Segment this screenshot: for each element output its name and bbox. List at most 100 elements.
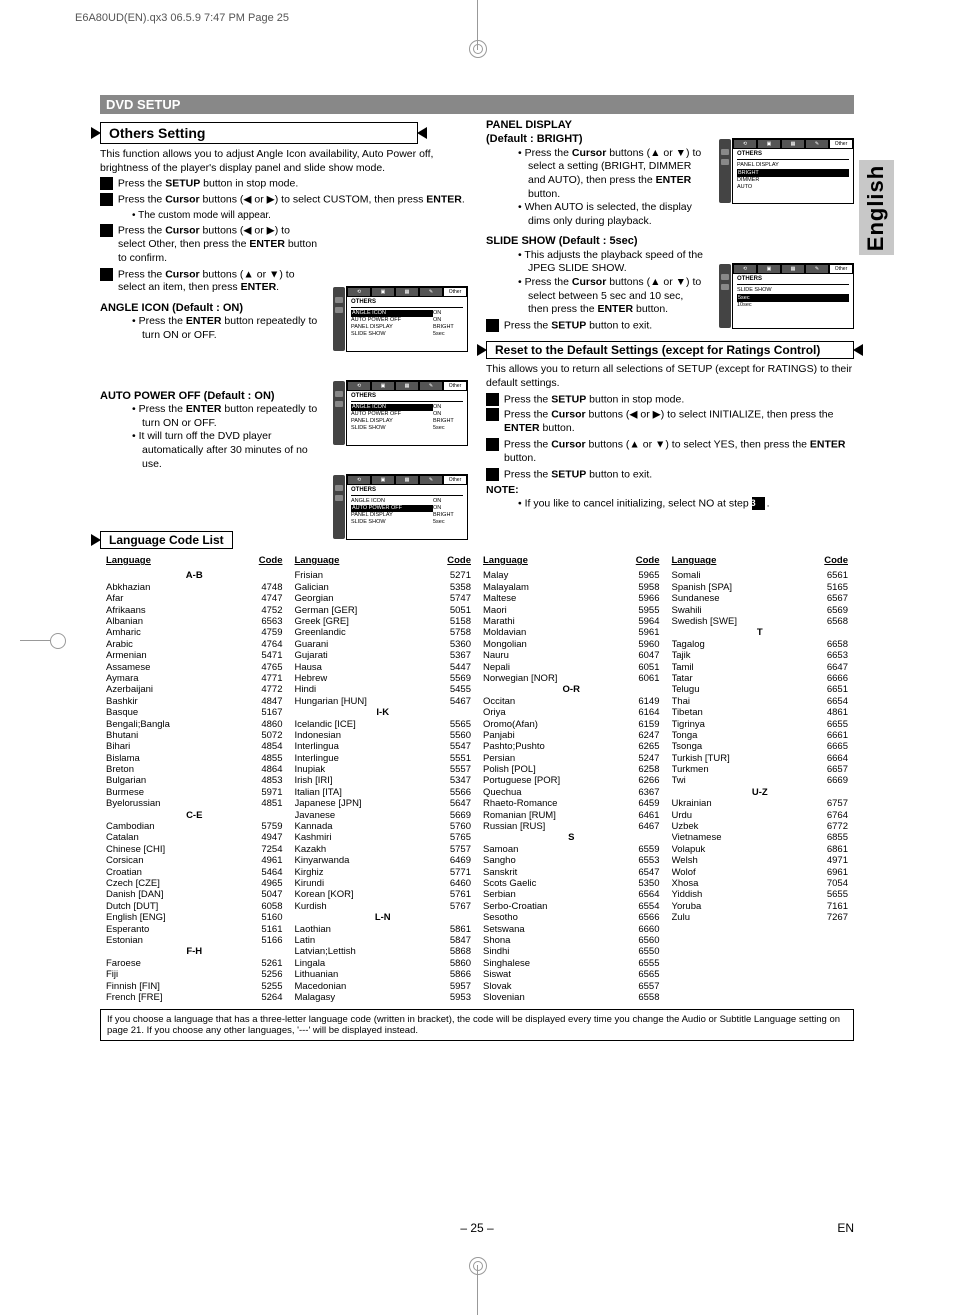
remote-icon (719, 264, 731, 328)
num-2-icon: 2 (100, 193, 113, 206)
lang-row: Polish [POL]6258 (483, 764, 660, 775)
num-4-icon: 4 (100, 268, 113, 281)
lang-row: English [ENG]5160 (106, 912, 283, 923)
lang-row: Greek [GRE]5158 (295, 616, 472, 627)
lang-row: Fiji5256 (106, 969, 283, 980)
lang-row: Swahili6569 (672, 605, 849, 616)
print-header: E6A80UD(EN).qx3 06.5.9 7:47 PM Page 25 (75, 12, 289, 24)
lang-row: Armenian5471 (106, 650, 283, 661)
lang-row: Sangho6553 (483, 855, 660, 866)
lang-row: Malayalam5958 (483, 582, 660, 593)
lang-row: Shona6560 (483, 935, 660, 946)
section-title: DVD SETUP (100, 95, 854, 114)
lang-row: Kazakh5757 (295, 844, 472, 855)
lang-row: Tagalog6658 (672, 639, 849, 650)
osd-subtitle: PANEL DISPLAY (737, 162, 849, 170)
lang-row: Faroese5261 (106, 958, 283, 969)
lang-row: Telugu6651 (672, 684, 849, 695)
lang-row: Tibetan4861 (672, 707, 849, 718)
lang-row: Kirghiz5771 (295, 867, 472, 878)
lang-row: Yiddish5655 (672, 889, 849, 900)
lang-row: Vietnamese6855 (672, 832, 849, 843)
lang-row: Javanese5669 (295, 810, 472, 821)
lang-row: Maori5955 (483, 605, 660, 616)
lang-row: Georgian5747 (295, 593, 472, 604)
reset-step-1: 1 Press the SETUP button in stop mode. (486, 393, 854, 407)
lang-row: Esperanto5161 (106, 924, 283, 935)
osd-title: OTHERS (351, 393, 463, 402)
lang-row: Xhosa7054 (672, 878, 849, 889)
osd-slide: ⟲▣▦✎Other OTHERS SLIDE SHOW 5sec 10sec (732, 263, 854, 329)
lang-row: Nepali6051 (483, 662, 660, 673)
num-3b-icon: 3 (486, 438, 499, 451)
lang-row: Bihari4854 (106, 741, 283, 752)
lang-row: Azerbaijani4772 (106, 684, 283, 695)
lang-row: Lithuanian5866 (295, 969, 472, 980)
lang-row: Romanian [RUM]6461 (483, 810, 660, 821)
lang-row: Icelandic [ICE]5565 (295, 719, 472, 730)
lang-row: Dutch [DUT]6058 (106, 901, 283, 912)
osd-title: OTHERS (737, 276, 849, 285)
reset-intro: This allows you to return all selections… (486, 363, 854, 390)
note-label: NOTE: (486, 484, 854, 498)
osd-title: OTHERS (351, 299, 463, 308)
lang-row: Corsican4961 (106, 855, 283, 866)
lang-row: Sundanese6567 (672, 593, 849, 604)
left-column: Others Setting This function allows you … (100, 118, 468, 511)
language-tab: English (859, 160, 894, 255)
lang-row: Bislama4855 (106, 753, 283, 764)
crop-mark-bottom-icon (477, 1265, 478, 1315)
osd-angle: ⟲▣▦✎Other OTHERS ANGLE ICONON AUTO POWER… (346, 380, 468, 446)
lang-row: Serbo-Croatian6554 (483, 901, 660, 912)
osd-others-1: ⟲▣▦✎Other OTHERS ANGLE ICONON AUTO POWER… (346, 286, 468, 352)
lang-row: Zulu7267 (672, 912, 849, 923)
lang-row: Uzbek6772 (672, 821, 849, 832)
lang-row: Norwegian [NOR]6061 (483, 673, 660, 684)
language-table: LanguageCodeA-BAbkhazian4748Afar4747Afri… (100, 555, 854, 1003)
lang-row: Turkish [TUR]6664 (672, 753, 849, 764)
lang-row: Ukrainian6757 (672, 798, 849, 809)
lang-row: Quechua6367 (483, 787, 660, 798)
lang-row: Oriya6164 (483, 707, 660, 718)
lang-row: Chinese [CHI]7254 (106, 844, 283, 855)
num-3-icon: 3 (100, 224, 113, 237)
lang-row: Turkmen6657 (672, 764, 849, 775)
lang-row: Kirundi6460 (295, 878, 472, 889)
step-3: 3 Press the Cursor buttons (◀ or ▶) to s… (100, 224, 468, 265)
lang-row: Frisian5271 (295, 570, 472, 581)
lang-row: Guarani5360 (295, 639, 472, 650)
num-1-icon: 1 (100, 177, 113, 190)
lang-row: Irish [IRI]5347 (295, 775, 472, 786)
lang-row: Thai6654 (672, 696, 849, 707)
lang-row: Albanian6563 (106, 616, 283, 627)
lang-row: Urdu6764 (672, 810, 849, 821)
reset-heading: Reset to the Default Settings (except fo… (486, 341, 854, 359)
lang-row: Burmese5971 (106, 787, 283, 798)
reset-step-4: 4 Press the SETUP button to exit. (486, 468, 854, 482)
reset-step-3: 3 Press the Cursor buttons (▲ or ▼) to s… (486, 438, 854, 466)
lang-row: Sanskrit6547 (483, 867, 660, 878)
lang-row: Nauru6047 (483, 650, 660, 661)
osd-title: OTHERS (737, 151, 849, 160)
step-1: 1 Press the SETUP button in stop mode. (100, 177, 468, 191)
lang-row: Swedish [SWE]6568 (672, 616, 849, 627)
osd-panel: ⟲▣▦✎Other OTHERS PANEL DISPLAY BRIGHT DI… (732, 138, 854, 204)
lang-row: Laothian5861 (295, 924, 472, 935)
lang-row: Gujarati5367 (295, 650, 472, 661)
lang-row: Finnish [FIN]5255 (106, 981, 283, 992)
page-number: – 25 – (0, 1221, 954, 1235)
panel-heading: PANEL DISPLAY (486, 118, 854, 132)
lang-row: Italian [ITA]5566 (295, 787, 472, 798)
lang-row: Estonian5166 (106, 935, 283, 946)
lang-row: Sesotho6566 (483, 912, 660, 923)
lang-row: Russian [RUS]6467 (483, 821, 660, 832)
lang-row: Maltese5966 (483, 593, 660, 604)
language-footnote: If you choose a language that has a thre… (100, 1009, 854, 1041)
lang-row: Tonga6661 (672, 730, 849, 741)
lang-row: Malagasy5953 (295, 992, 472, 1003)
step-2: 2 Press the Cursor buttons (◀ or ▶) to s… (100, 193, 468, 207)
lang-row: Mongolian5960 (483, 639, 660, 650)
lang-row: Oromo(Afan)6159 (483, 719, 660, 730)
lang-row: Hausa5447 (295, 662, 472, 673)
lang-row: Scots Gaelic5350 (483, 878, 660, 889)
